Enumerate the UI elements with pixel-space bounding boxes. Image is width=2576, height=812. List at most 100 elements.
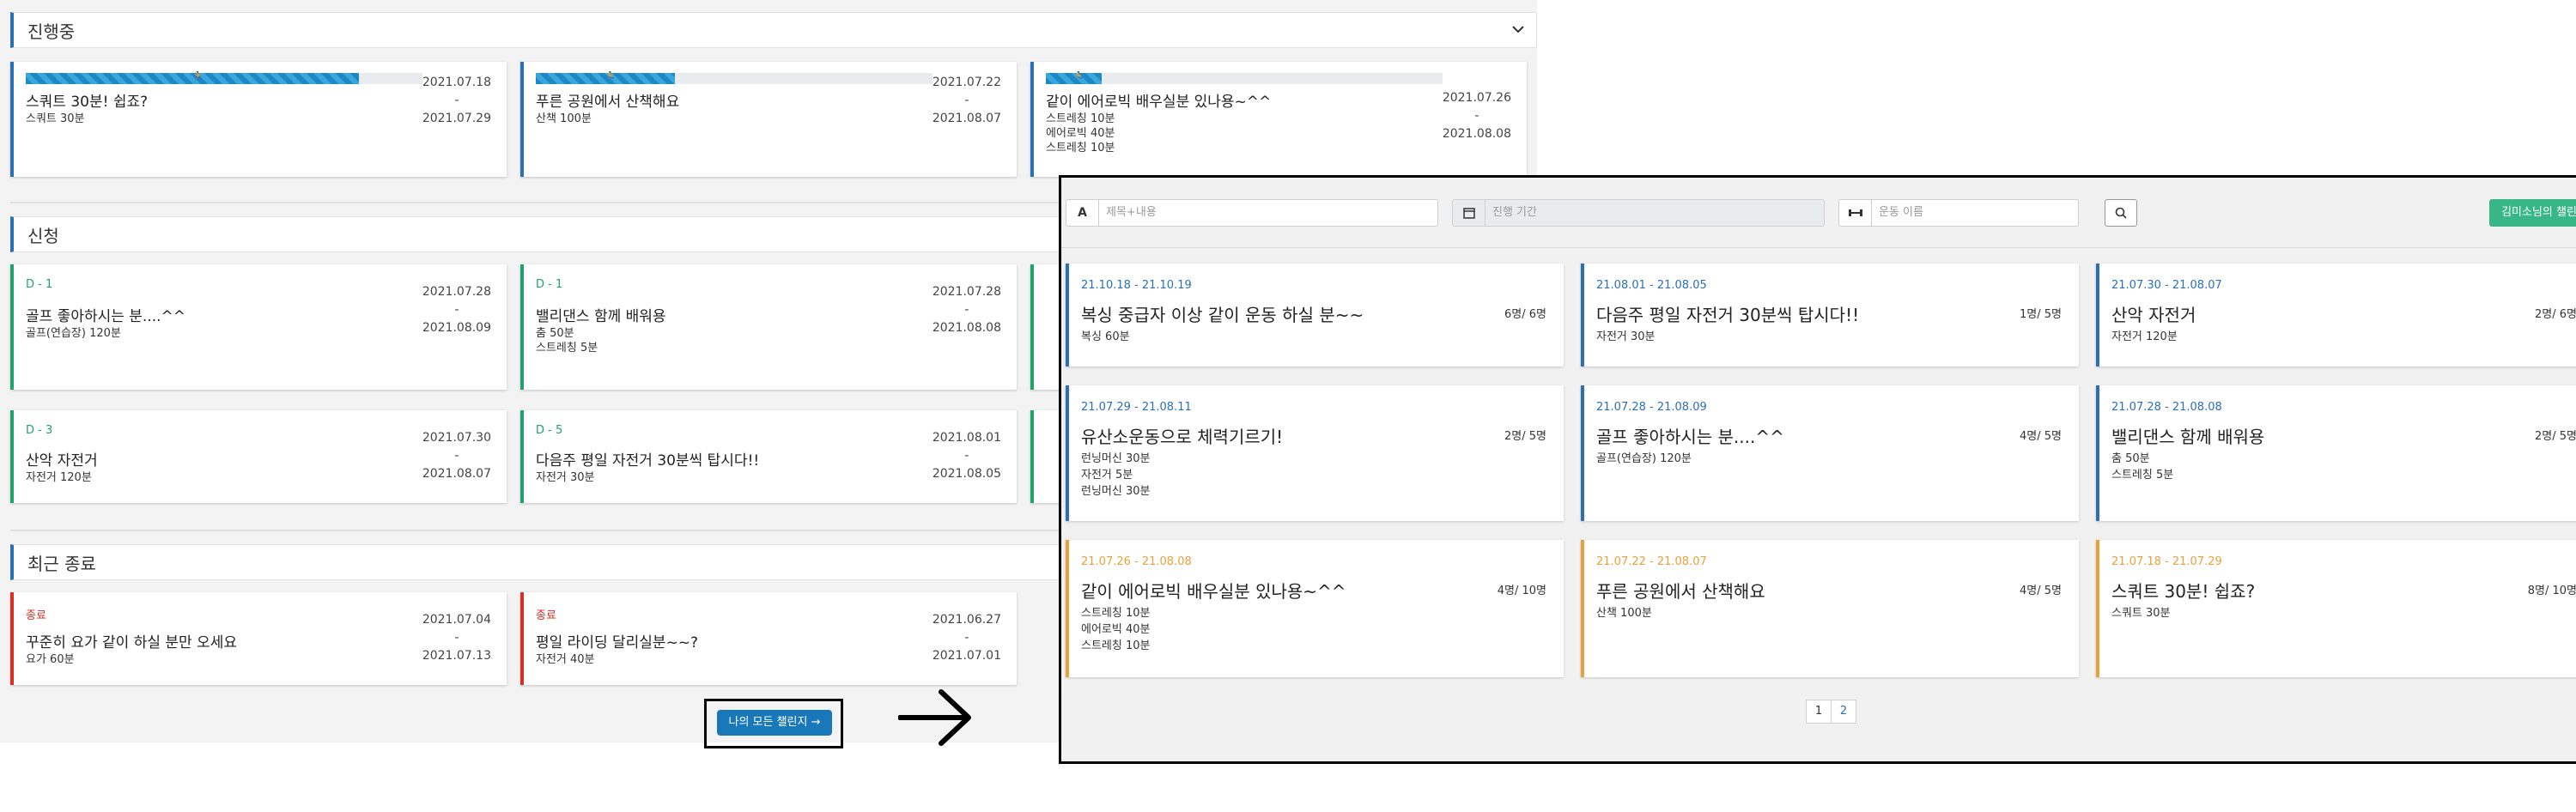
end-date: 2021.08.08 [1442, 127, 1511, 141]
challenge-detail: 자전거 120분 [26, 471, 92, 484]
date-separator: - [454, 94, 459, 107]
challenge-card[interactable]: 21.07.18 - 21.07.29 스쿼트 30분! 쉽죠? 스쿼트 30분… [2096, 540, 2576, 677]
challenge-dates: 21.07.28 - 21.08.09 [1596, 401, 1707, 414]
challenge-detail: 요가 60분 [26, 653, 75, 666]
challenge-detail: 골프(연습장) 120분 [1596, 452, 1692, 465]
recent-section-title: 최근 종료 [27, 553, 96, 574]
challenge-detail: 스트레칭 10분 에어로빅 40분 스트레칭 10분 [1046, 112, 1115, 155]
challenge-dates: 2021.07.18 - 2021.07.29 [422, 74, 491, 128]
date-separator: - [964, 303, 969, 317]
progress-bar: 🏃 [26, 72, 422, 84]
title-search-field[interactable]: A 제목+내용 [1066, 199, 1438, 227]
period-input[interactable]: 진행 기간 [1492, 200, 1537, 226]
page-button-1[interactable]: 1 [1806, 700, 1832, 724]
start-date: 2021.08.01 [932, 431, 1001, 445]
detail-line: 스트레칭 5분 [2111, 469, 2174, 482]
progress-fill: 🏃 [26, 72, 360, 84]
ongoing-card[interactable]: 🏃 같이 에어로빅 배우실분 있나용~^^ 스트레칭 10분 에어로빅 40분 … [1030, 62, 1527, 177]
progress-bar: 🏃 [1046, 72, 1443, 84]
dumbbell-icon [1839, 200, 1872, 226]
title-search-input[interactable]: 제목+내용 [1106, 200, 1157, 226]
detail-line: 스트레칭 10분 [1046, 112, 1115, 125]
challenge-dates: 21.07.18 - 21.07.29 [2111, 555, 2222, 568]
challenge-card[interactable]: 21.07.26 - 21.08.08 같이 에어로빅 배우실분 있나용~^^ … [1066, 540, 1564, 677]
start-date: 2021.07.28 [422, 285, 491, 299]
challenge-dates: 21.07.28 - 21.08.08 [2111, 401, 2222, 414]
participant-count: 8명/ 10명 [2527, 585, 2576, 597]
ongoing-section-header[interactable]: 진행중 [10, 12, 1537, 48]
exercise-search-field[interactable]: 운동 이름 [1838, 199, 2079, 227]
challenge-dates: 21.07.29 - 21.08.11 [1081, 401, 1192, 414]
challenge-detail: 복싱 60분 [1081, 330, 1130, 343]
chevron-down-icon[interactable] [1512, 23, 1524, 37]
challenge-title: 골프 좋아하시는 분....^^ [1596, 427, 1784, 447]
detail-line: 춤 50분 [536, 327, 574, 340]
start-date: 2021.06.27 [932, 613, 1001, 627]
recent-card[interactable]: 종료 꾸준히 요가 같이 하실 분만 오세요 요가 60분 2021.07.04… [10, 592, 507, 685]
end-date: 2021.08.08 [932, 321, 1001, 335]
end-date: 2021.08.05 [932, 467, 1001, 481]
challenge-title: 밸리댄스 함께 배워용 [536, 308, 666, 325]
participant-count: 4명/ 5명 [2020, 585, 2062, 597]
challenge-title: 다음주 평일 자전거 30분씩 탑시다!! [536, 452, 760, 470]
detail-line: 스트레칭 10분 [1081, 639, 1151, 652]
challenge-card[interactable]: 21.07.28 - 21.08.09 골프 좋아하시는 분....^^ 골프(… [1581, 385, 2079, 521]
search-icon [2115, 207, 2127, 219]
detail-line: 에어로빅 40분 [1081, 623, 1151, 636]
recent-card[interactable]: 종료 평일 라이딩 달리실분~~? 자전거 40분 2021.06.27 - 2… [520, 592, 1017, 685]
detail-line: 런닝머신 30분 [1081, 452, 1151, 465]
challenge-title: 꾸준히 요가 같이 하실 분만 오세요 [26, 634, 237, 651]
exercise-search-input[interactable]: 운동 이름 [1879, 200, 1923, 226]
participant-count: 2명/ 5명 [1504, 430, 1546, 443]
end-date: 2021.08.07 [932, 112, 1001, 125]
challenge-dates: 2021.07.26 - 2021.08.08 [1443, 89, 1511, 143]
challenge-title: 산악 자전거 [26, 452, 98, 470]
progress-fill: 🏃 [536, 72, 675, 84]
challenge-detail: 춤 50분 스트레칭 5분 [2111, 451, 2173, 483]
challenge-title: 같이 에어로빅 배우실분 있나용~^^ [1046, 94, 1272, 111]
date-separator: - [454, 631, 459, 645]
period-field[interactable]: 진행 기간 [1452, 199, 1825, 227]
date-separator: - [964, 631, 969, 645]
participant-count: 4명/ 5명 [2020, 430, 2062, 443]
apply-card[interactable]: D - 3 산악 자전거 자전거 120분 2021.07.30 - 2021.… [10, 410, 507, 503]
challenge-dates: 21.07.26 - 21.08.08 [1081, 555, 1192, 568]
challenge-card[interactable]: 21.10.18 - 21.10.19 복싱 중급자 이상 같이 운동 하실 분… [1066, 264, 1564, 367]
challenge-title: 산악 자전거 [2111, 305, 2196, 325]
challenge-detail: 골프(연습장) 120분 [26, 327, 121, 340]
challenge-title: 스쿼트 30분! 쉽죠? [2111, 581, 2256, 602]
challenge-card[interactable]: 21.07.30 - 21.08.07 산악 자전거 자전거 120분 2명/ … [2096, 264, 2576, 367]
challenge-dates: 2021.06.27 - 2021.07.01 [933, 611, 1001, 665]
date-separator: - [454, 303, 459, 317]
dday-badge: D - 5 [536, 424, 563, 437]
arrow-right-icon [898, 689, 971, 746]
apply-card[interactable]: D - 1 밸리댄스 함께 배워용 춤 50분 스트레칭 5분 2021.07.… [520, 264, 1017, 390]
challenge-card[interactable]: 21.07.29 - 21.08.11 유산소운동으로 체력기르기! 런닝머신 … [1066, 385, 1564, 521]
page-button-2[interactable]: 2 [1831, 700, 1856, 724]
apply-card[interactable]: D - 1 골프 좋아하시는 분....^^ 골프(연습장) 120분 2021… [10, 264, 507, 390]
challenge-title: 유산소운동으로 체력기르기! [1081, 427, 1284, 447]
my-all-challenges-button[interactable]: 나의 모든 챌린지 → [717, 710, 832, 736]
date-separator: - [454, 449, 459, 463]
detail-line: 스트레칭 10분 [1046, 142, 1115, 155]
challenge-card[interactable]: 21.07.22 - 21.08.07 푸른 공원에서 산책해요 산책 100분… [1581, 540, 2079, 677]
user-challenges-button[interactable]: 김미소님의 챌린지 [2489, 199, 2576, 227]
challenge-card[interactable]: 21.07.28 - 21.08.08 밸리댄스 함께 배워용 춤 50분 스트… [2096, 385, 2576, 521]
challenge-title: 스쿼트 30분! 쉽죠? [26, 94, 149, 111]
challenge-card[interactable]: 21.08.01 - 21.08.05 다음주 평일 자전거 30분씩 탑시다!… [1581, 264, 2079, 367]
ongoing-card[interactable]: 🏃 스쿼트 30분! 쉽죠? 스쿼트 30분 2021.07.18 - 2021… [10, 62, 507, 177]
participant-count: 1명/ 5명 [2020, 308, 2062, 321]
date-separator: - [964, 94, 969, 107]
challenge-detail: 산책 100분 [536, 112, 592, 125]
ongoing-card[interactable]: 🏃 푸른 공원에서 산책해요 산책 100분 2021.07.22 - 2021… [520, 62, 1017, 177]
challenge-detail: 런닝머신 30분 자전거 5분 런닝머신 30분 [1081, 451, 1150, 500]
challenge-dates: 21.07.30 - 21.08.07 [2111, 279, 2222, 292]
challenge-detail: 자전거 30분 [536, 471, 595, 484]
search-button[interactable] [2105, 199, 2137, 227]
challenge-detail: 스트레칭 10분 에어로빅 40분 스트레칭 10분 [1081, 605, 1150, 654]
apply-card[interactable]: D - 5 다음주 평일 자전거 30분씩 탑시다!! 자전거 30분 2021… [520, 410, 1017, 503]
date-separator: - [1474, 109, 1479, 123]
challenge-detail: 자전거 30분 [1596, 330, 1656, 343]
challenge-dates: 2021.07.30 - 2021.08.07 [422, 429, 491, 483]
end-date: 2021.07.13 [422, 649, 491, 663]
